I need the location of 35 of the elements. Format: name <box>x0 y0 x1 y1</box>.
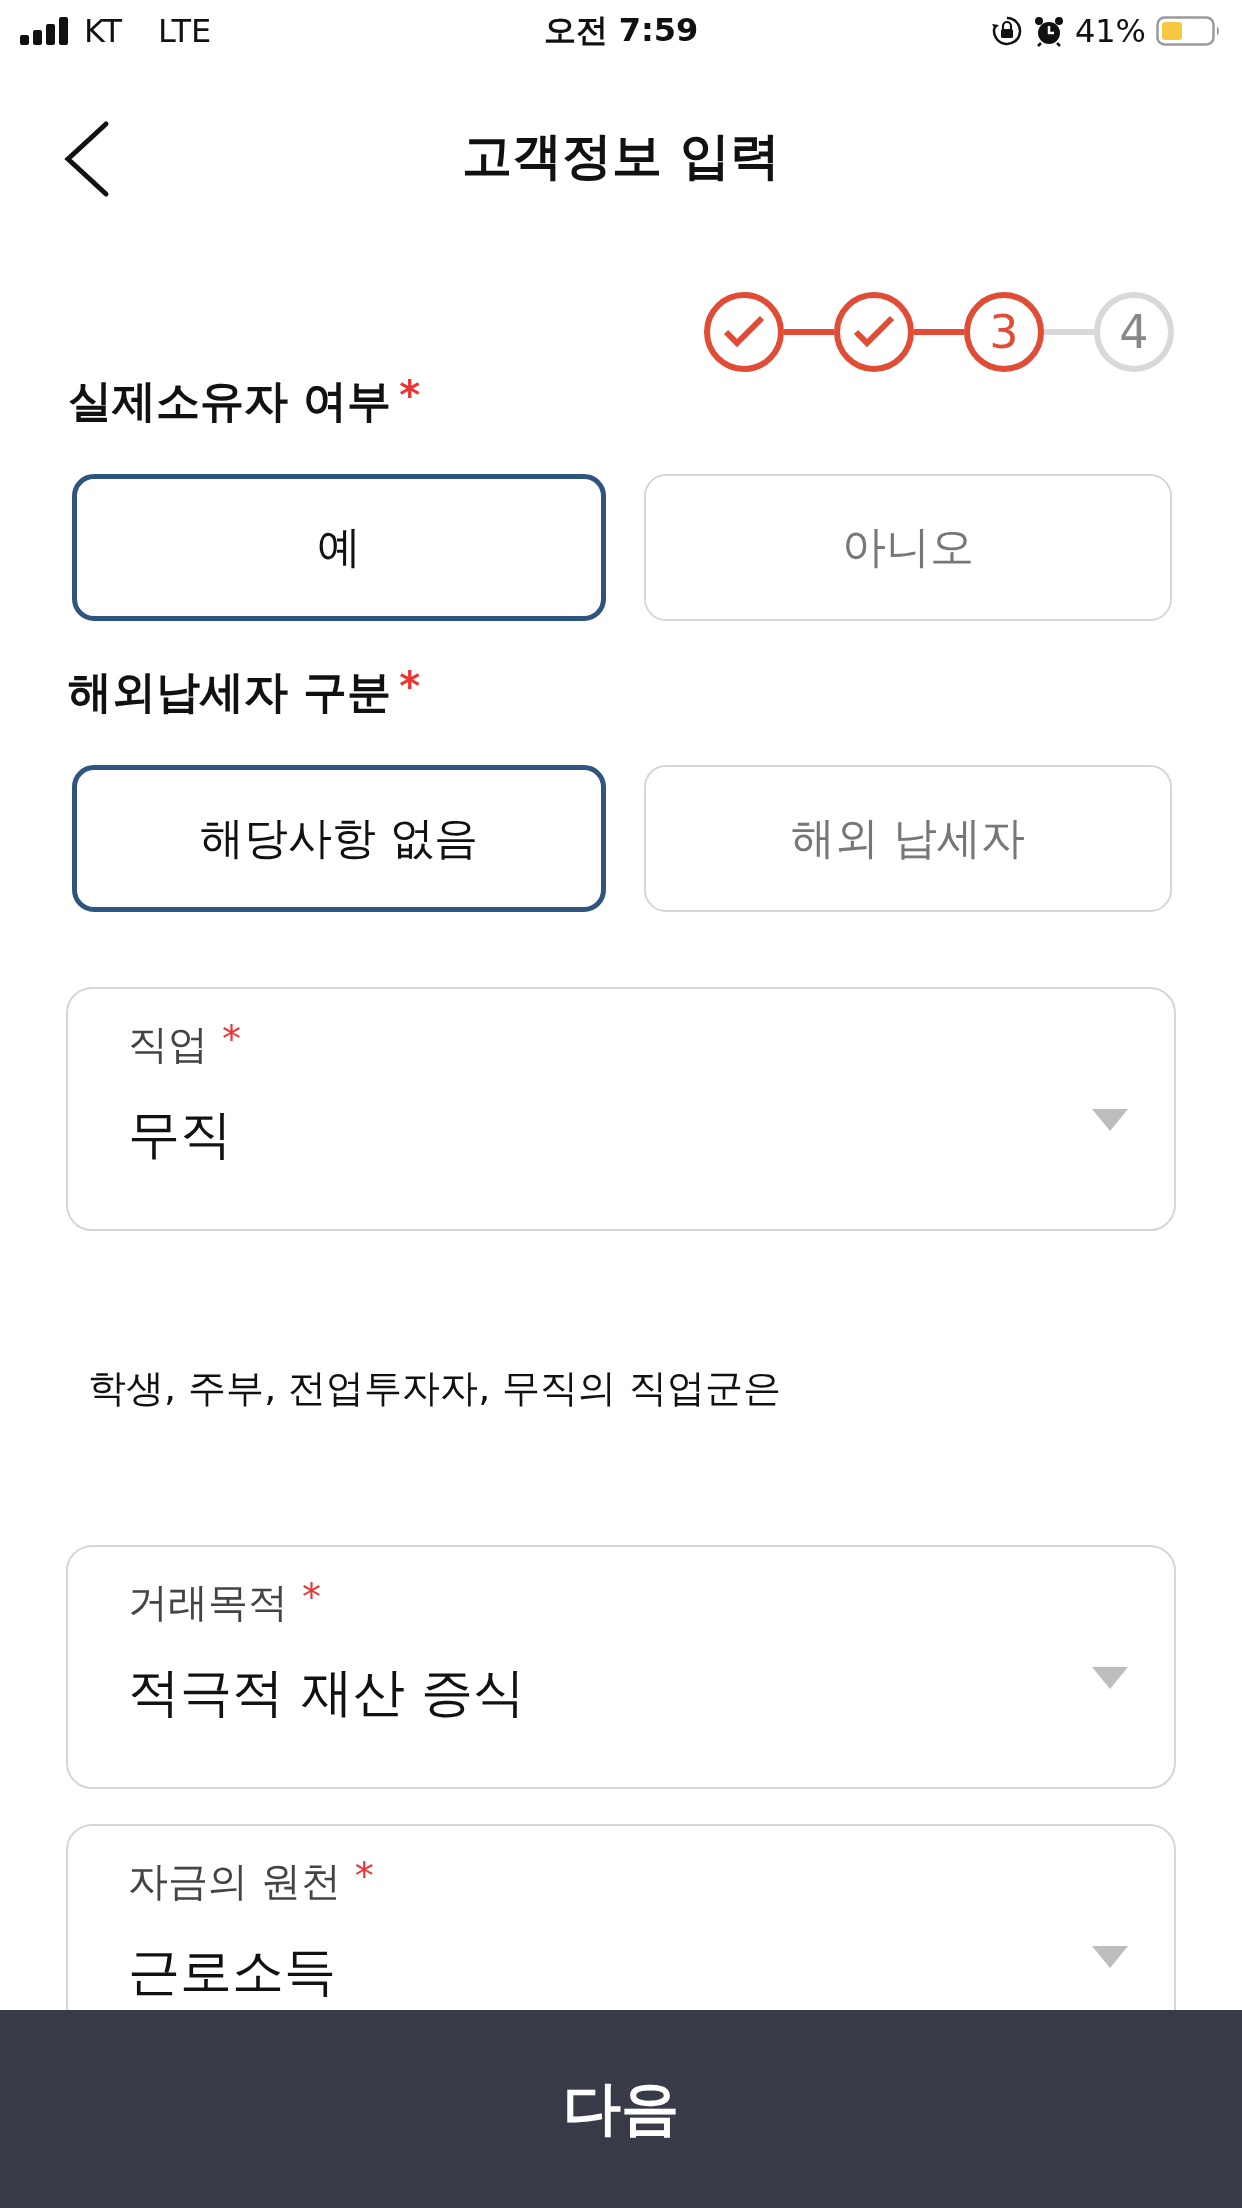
field-value: 근로소득 <box>128 1940 336 2003</box>
option-button[interactable]: 해외 납세자 <box>644 765 1172 912</box>
option-button[interactable]: 아니오 <box>644 474 1172 621</box>
step-circle: 3 <box>964 292 1044 372</box>
field-label: 자금의 원천 <box>128 1857 341 1906</box>
caret-icon <box>1092 1946 1128 1968</box>
option-button[interactable]: 예 <box>72 474 606 621</box>
required-mark: * <box>399 663 421 709</box>
caret-icon <box>1092 1667 1128 1689</box>
required-mark: * <box>302 1575 321 1619</box>
option-button[interactable]: 해당사항 없음 <box>72 765 606 912</box>
clock-time: 오전 7:59 <box>543 11 699 49</box>
field-value: 무직 <box>128 1103 232 1166</box>
network-type: LTE <box>158 12 212 50</box>
required-mark: * <box>399 372 421 418</box>
check-icon <box>722 314 766 350</box>
battery-percent: 41% <box>1074 12 1146 50</box>
required-mark: * <box>354 1854 374 1898</box>
alarm-icon <box>1032 15 1065 47</box>
step-circle: 4 <box>1094 292 1174 372</box>
check-icon <box>852 314 896 350</box>
question-label: 해외납세자 구분 <box>68 665 392 719</box>
page-title: 고객정보 입력 <box>462 125 780 187</box>
question-label: 실제소유자 여부 <box>68 374 392 428</box>
field-value: 적극적 재산 증식 <box>128 1661 526 1724</box>
rotation-lock-icon <box>990 15 1023 47</box>
carrier-name: KT <box>84 12 123 50</box>
caret-icon <box>1092 1109 1128 1131</box>
field-label: 직업 <box>128 1020 208 1069</box>
required-mark: * <box>222 1017 241 1061</box>
battery-icon <box>1156 15 1222 47</box>
next-button[interactable]: 다음 <box>0 2010 1242 2208</box>
info-note: 학생, 주부, 전업투자자, 무직의 직업군은 <box>88 1364 781 1412</box>
signal-icon <box>20 17 70 45</box>
field-label: 거래목적 <box>128 1578 288 1627</box>
